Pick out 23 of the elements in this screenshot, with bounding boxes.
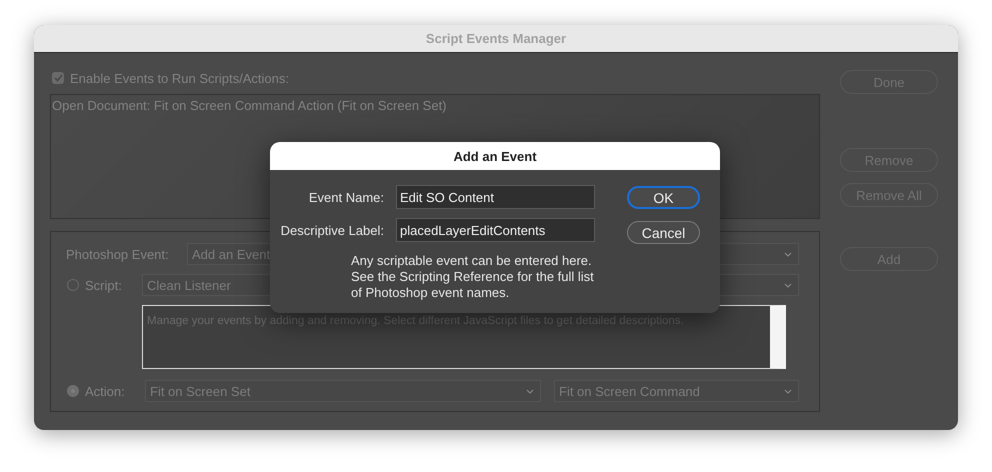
note-text: Any scriptable event can be entered here. [351, 253, 593, 269]
radio-button[interactable] [67, 385, 79, 397]
field-label: Photoshop Event: [66, 246, 170, 262]
chevron-down-icon [526, 388, 534, 394]
checkbox[interactable] [52, 72, 64, 84]
field-label: Event Name: [308, 190, 385, 204]
radio-label: Action: [85, 384, 126, 398]
dialog-button[interactable]: Cancel [627, 221, 700, 244]
dialog-button[interactable]: OK [627, 186, 700, 209]
event-list-item[interactable]: Open Document: Fit on Screen Command Action (Fit on Screen Set) [52, 98, 818, 113]
chevron-down-icon [784, 388, 792, 394]
input-field[interactable]: placedLayerEditContents [396, 218, 595, 242]
input-field[interactable]: Edit SO Content [396, 185, 595, 209]
chevron-down-icon [784, 252, 792, 256]
chevron-down-icon [784, 282, 792, 288]
radio-label: Script: [85, 278, 123, 292]
note-text: See the Scripting Reference for the full list [351, 269, 595, 285]
dialog-title: Add an Event [453, 148, 537, 164]
field-label: Descriptive Label: [280, 222, 385, 238]
radio-button[interactable] [67, 279, 79, 291]
window-title: Script Events Manager [426, 31, 566, 46]
note-text: of Photoshop event names. [351, 285, 510, 301]
checkbox-label: Enable Events to Run Scripts/Actions: [70, 70, 289, 86]
